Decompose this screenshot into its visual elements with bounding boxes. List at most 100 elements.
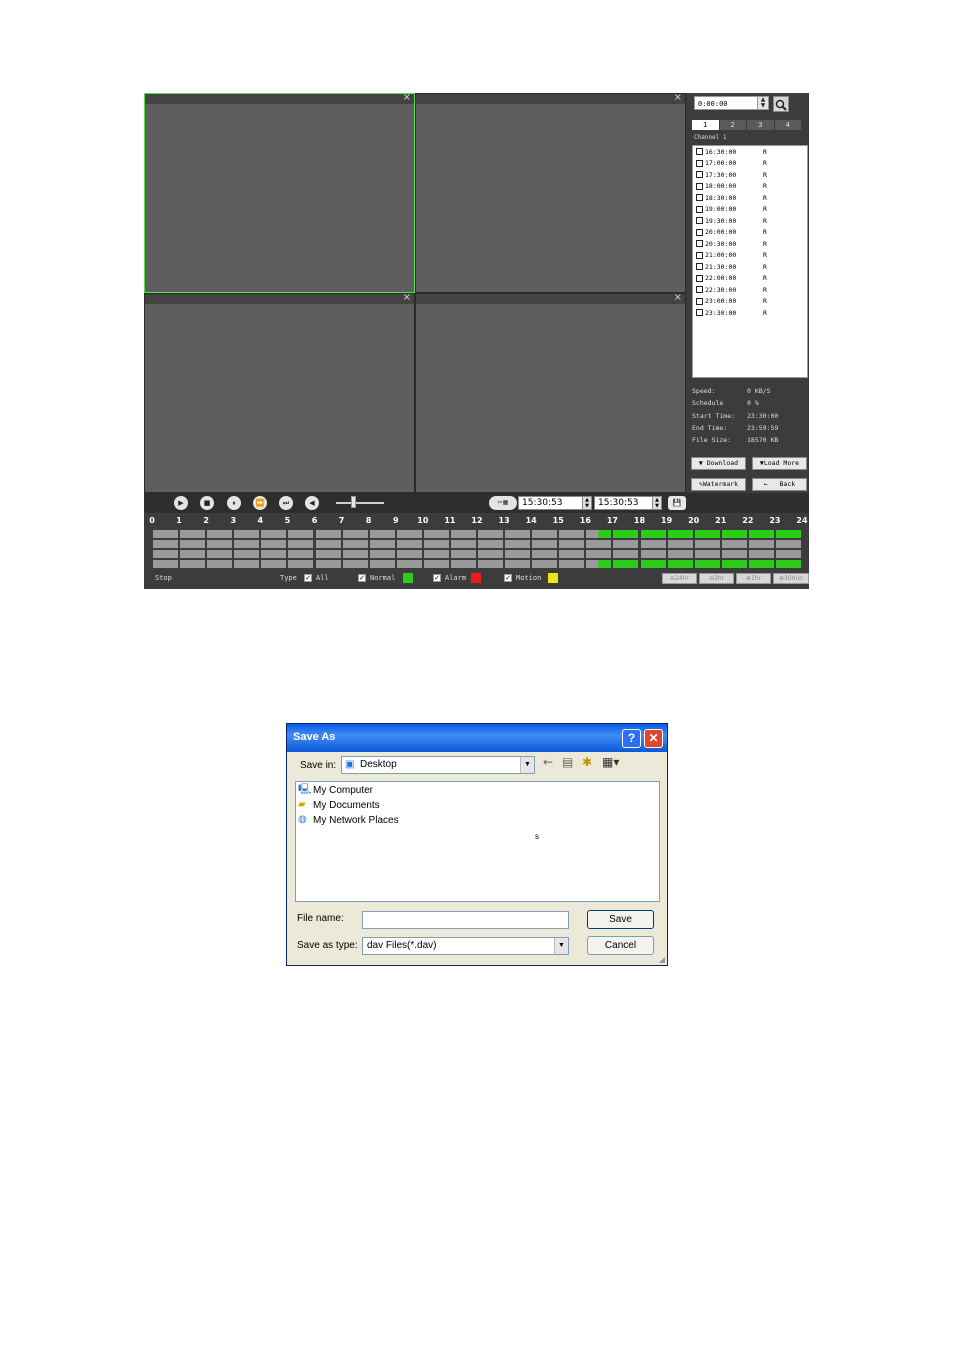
list-item[interactable]: 23:30:00 R [693,307,807,319]
timeline-cell[interactable] [558,529,586,539]
file-checkbox[interactable] [696,297,703,305]
slow-play-icon[interactable]: ⏸ [227,496,241,510]
timeline-cell[interactable] [449,549,477,559]
list-item[interactable]: 21:30:00 R [693,261,807,273]
timeline-cell[interactable] [422,539,450,549]
timeline-cell[interactable] [531,549,559,559]
list-item[interactable]: 23:00:00 R [693,296,807,308]
close-icon[interactable]: × [674,91,682,105]
timeline-cell[interactable] [477,549,505,559]
timeline-cell[interactable] [639,559,667,569]
save-clip-icon[interactable]: 💾 [668,496,686,510]
back-arrow-icon[interactable]: ← [543,755,553,769]
zoom-24hr-button[interactable]: ⊖24hr [662,573,697,584]
timeline-cell[interactable] [558,539,586,549]
timeline-cell[interactable] [260,559,288,569]
file-checkbox[interactable] [696,171,703,179]
help-icon[interactable]: ? [622,729,641,748]
clip-icon[interactable]: ✂▦ [489,496,517,510]
timeline-cell[interactable] [314,529,342,539]
timeline-cell[interactable] [531,529,559,539]
timeline-cell[interactable] [260,539,288,549]
timeline-cell[interactable] [449,539,477,549]
save-in-combo[interactable]: ▣ Desktop ▼ [341,756,535,774]
timeline-cell[interactable] [666,559,694,569]
timeline-cell[interactable] [206,539,234,549]
close-icon[interactable]: × [674,291,682,305]
file-checkbox[interactable] [696,274,703,282]
zoom-2hr-button[interactable]: ⊖2hr [699,573,734,584]
timeline-cell[interactable] [693,559,721,569]
timeline-cell[interactable] [314,539,342,549]
timeline-cell[interactable] [531,559,559,569]
stop-icon[interactable]: ■ [200,496,214,510]
up-folder-icon[interactable]: ▤ [562,755,573,769]
file-checkbox[interactable] [696,194,703,202]
list-item[interactable]: 19:30:00 R [693,215,807,227]
timeline-cell[interactable] [774,559,802,569]
time-spinner[interactable]: ▲ ▼ [757,96,769,110]
tab-channel-4[interactable]: 4 [774,120,801,130]
search-time-input[interactable]: 0:00:00 [694,96,762,110]
file-checkbox[interactable] [696,217,703,225]
timeline-cell[interactable] [747,529,775,539]
list-item[interactable]: 18:00:00 R [693,181,807,193]
timeline-cell[interactable] [666,529,694,539]
timeline-cell[interactable] [693,549,721,559]
volume-slider-handle[interactable] [351,496,356,508]
timeline-cell[interactable] [287,549,315,559]
timeline-cell[interactable] [585,559,613,569]
file-checkbox[interactable] [696,286,703,294]
timeline-grid[interactable] [152,529,802,569]
timeline-cell[interactable] [341,549,369,559]
timeline-cell[interactable] [422,549,450,559]
tab-channel-3[interactable]: 3 [747,120,774,130]
video-viewport-2[interactable]: × [415,91,686,293]
timeline-cell[interactable] [287,529,315,539]
file-checkbox[interactable] [696,309,703,317]
file-checkbox[interactable] [696,148,703,156]
close-icon[interactable]: ✕ [644,729,663,748]
list-item-my-computer[interactable]: 🖳 My Computer [298,784,373,796]
timeline-cell[interactable] [395,529,423,539]
timeline-cell[interactable] [504,529,532,539]
timeline-cell[interactable] [422,529,450,539]
timeline-cell[interactable] [368,529,396,539]
tab-channel-1[interactable]: 1 [692,120,719,130]
filter-all-checkbox[interactable]: ✓ [304,574,312,582]
video-viewport-3[interactable]: × [144,292,415,493]
save-button[interactable]: Save [587,910,654,929]
file-checkbox[interactable] [696,159,703,167]
clip-start-time[interactable]: 15:30:53 [518,496,587,510]
timeline-cell[interactable] [395,549,423,559]
timeline-cell[interactable] [477,539,505,549]
list-item[interactable]: 22:30:00 R [693,284,807,296]
timeline-cell[interactable] [206,559,234,569]
list-item-my-documents[interactable]: ▰ My Documents [298,799,380,811]
timeline-cell[interactable] [585,529,613,539]
timeline-cell[interactable] [314,559,342,569]
chevron-down-icon[interactable]: ▼ [554,938,568,954]
timeline-cell[interactable] [747,539,775,549]
timeline-cell[interactable] [504,539,532,549]
timeline-cell[interactable] [720,529,748,539]
timeline-cell[interactable] [720,539,748,549]
new-folder-icon[interactable]: ✱ [582,755,592,769]
timeline-cell[interactable] [341,539,369,549]
back-button[interactable]: ← Back [752,478,807,491]
timeline-cell[interactable] [774,529,802,539]
timeline-cell[interactable] [422,559,450,569]
timeline-cell[interactable] [368,539,396,549]
timeline-cell[interactable] [341,529,369,539]
file-checkbox[interactable] [696,205,703,213]
file-checkbox[interactable] [696,228,703,236]
timeline-cell[interactable] [666,549,694,559]
load-more-button[interactable]: ▼Load More [752,457,807,470]
timeline-cell[interactable] [287,539,315,549]
timeline-cell[interactable] [179,549,207,559]
watermark-button[interactable]: ✎Watermark [691,478,746,491]
download-button[interactable]: ▼ Download [691,457,746,470]
list-item[interactable]: 20:30:00 R [693,238,807,250]
timeline-cell[interactable] [395,539,423,549]
file-checkbox[interactable] [696,263,703,271]
